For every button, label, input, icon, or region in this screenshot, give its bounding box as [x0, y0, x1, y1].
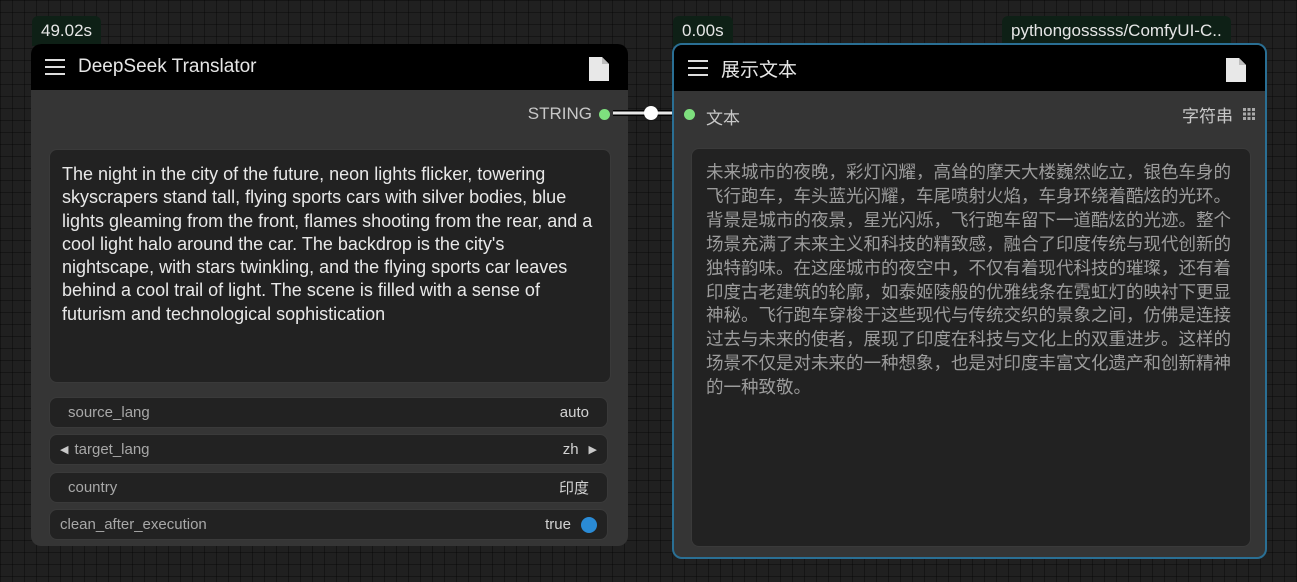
widget-value: 印度	[558, 480, 589, 497]
increment-arrow-icon[interactable]: ▶	[589, 443, 597, 456]
node-header[interactable]: DeepSeek Translator	[31, 44, 628, 90]
node-title: DeepSeek Translator	[78, 56, 257, 77]
english-text: The night in the city of the future, neo…	[62, 164, 593, 324]
widget-label: source_lang	[68, 404, 150, 421]
widget-label: country	[68, 479, 118, 496]
output-label: STRING	[527, 104, 592, 123]
chinese-text-area[interactable]: 未来城市的夜晚，彩灯闪耀，高耸的摩天大楼巍然屹立，银色车身的飞行跑车，车头蓝光闪…	[691, 148, 1251, 547]
toggle-indicator[interactable]	[581, 516, 597, 533]
country-widget[interactable]: country 印度	[49, 472, 608, 503]
document-icon[interactable]	[588, 56, 610, 82]
node-title: 展示文本	[721, 59, 798, 81]
input-label: 文本	[706, 109, 740, 128]
widget-value: auto	[559, 404, 589, 421]
widget-label: clean_after_execution	[60, 516, 207, 533]
decrement-arrow-icon[interactable]: ◀	[60, 443, 68, 456]
grid-icon[interactable]	[1243, 108, 1255, 120]
node2-time-badge: 0.00s	[673, 16, 733, 46]
node-header[interactable]: 展示文本	[674, 45, 1265, 91]
widget-label: target_lang	[74, 441, 150, 458]
document-icon[interactable]	[1225, 57, 1247, 83]
chinese-text: 未来城市的夜晚，彩灯闪耀，高耸的摩天大楼巍然屹立，银色车身的飞行跑车，车头蓝光闪…	[706, 162, 1231, 398]
widget-value: zh	[562, 441, 579, 458]
english-text-area[interactable]: The night in the city of the future, neo…	[49, 149, 611, 383]
target-lang-widget[interactable]: ◀ target_lang zh ▶	[49, 434, 608, 465]
node1-time-badge: 49.02s	[32, 16, 102, 46]
output-label: 字符串	[1182, 106, 1233, 126]
menu-icon[interactable]	[45, 59, 65, 75]
menu-icon[interactable]	[688, 60, 708, 76]
output-port-string[interactable]: 字符串	[1182, 104, 1255, 126]
deepseek-translator-node[interactable]: DeepSeek Translator STRING The night in …	[31, 44, 628, 546]
output-port-string[interactable]: STRING	[528, 104, 610, 124]
source-lang-widget[interactable]: source_lang auto	[49, 397, 608, 428]
input-port-text[interactable]: 文本	[684, 104, 740, 128]
input-dot[interactable]	[684, 109, 695, 120]
show-text-node[interactable]: 展示文本 文本 字符串 未来城市的夜晚，彩灯闪耀，高耸的摩天大楼巍然屹立，银色车…	[672, 43, 1267, 559]
node2-source-badge: pythongosssss/ComfyUI-C..	[1002, 16, 1231, 46]
clean-after-execution-toggle[interactable]: clean_after_execution true	[49, 509, 608, 540]
widget-value: true	[545, 516, 571, 533]
